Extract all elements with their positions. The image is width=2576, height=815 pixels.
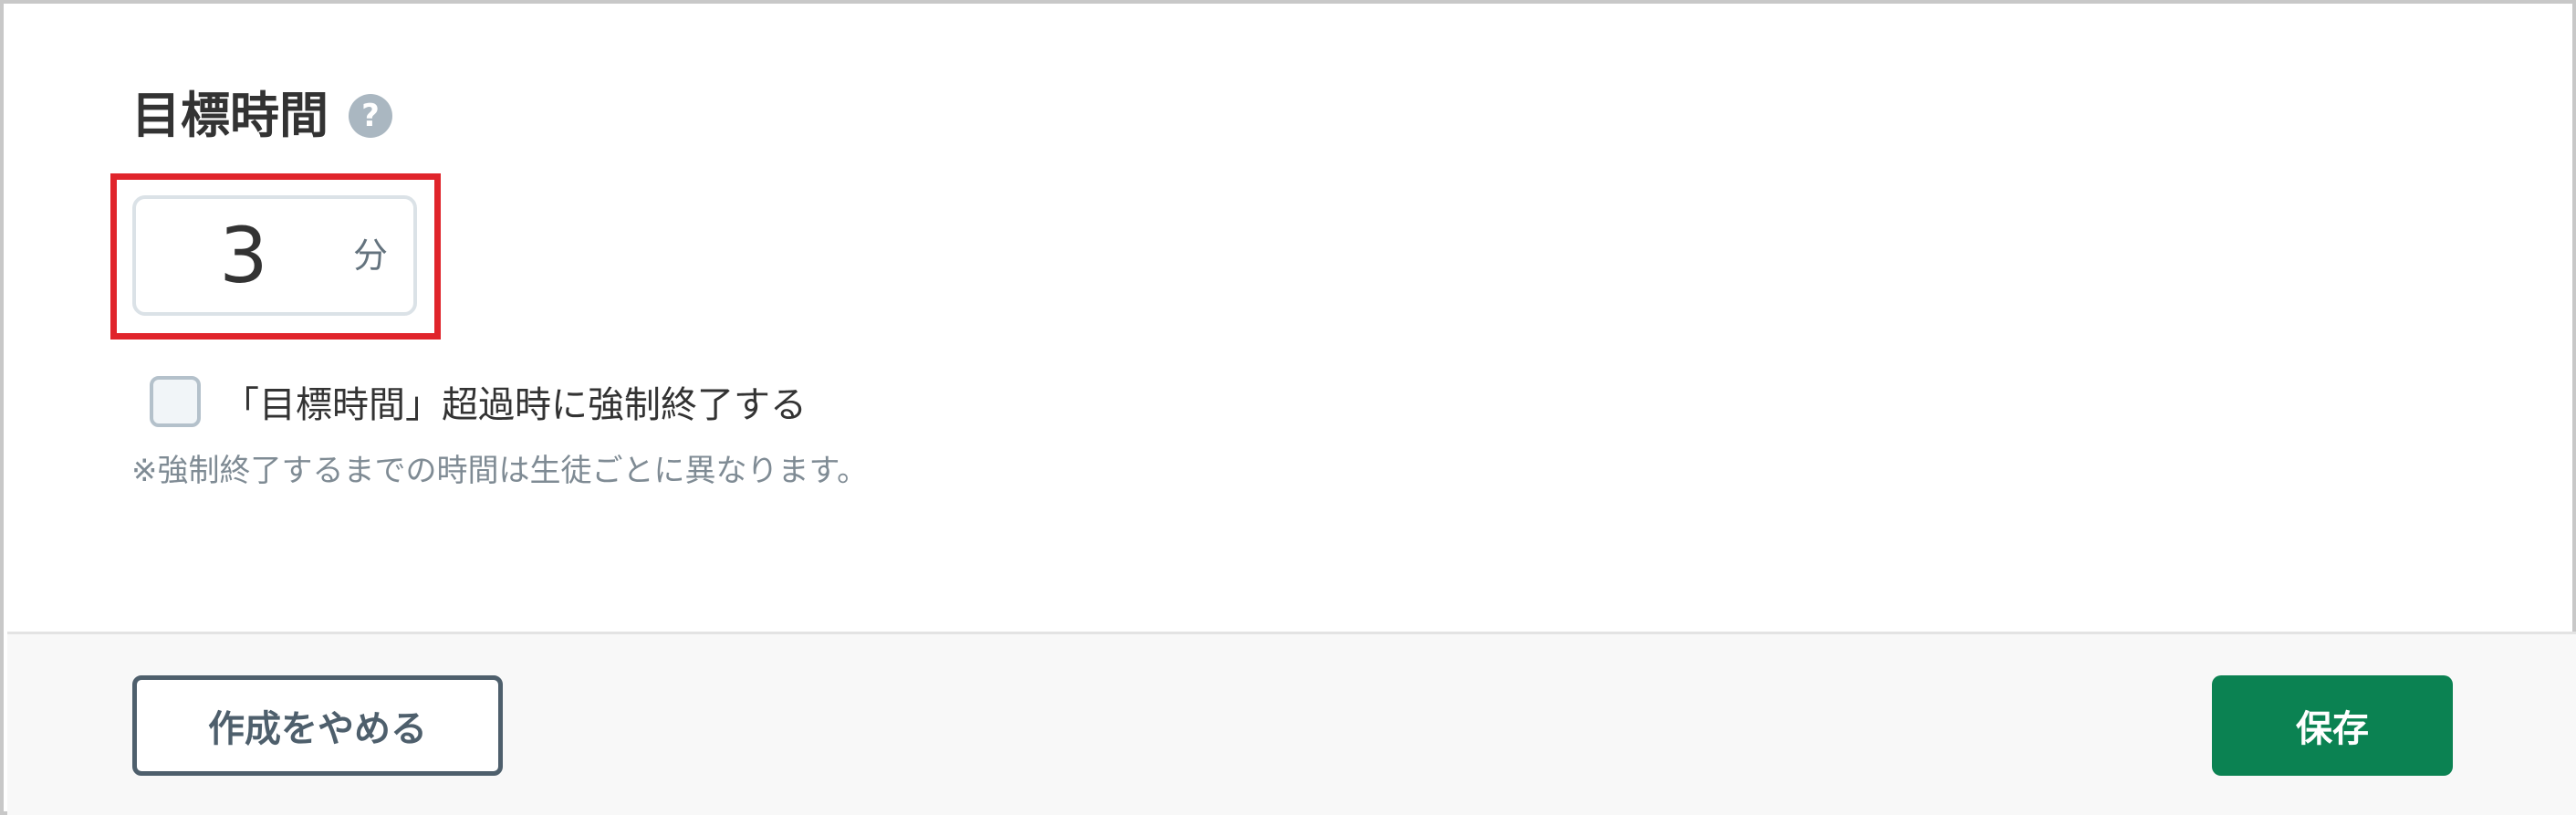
duration-value[interactable]: 3 bbox=[136, 217, 351, 294]
force-end-option[interactable]: 「目標時間」超過時に強制終了する bbox=[150, 376, 807, 427]
duration-field[interactable]: 3 分 bbox=[132, 195, 417, 316]
force-end-note: ※強制終了するまでの時間は生徒ごとに異なります。 bbox=[131, 453, 869, 489]
force-end-label[interactable]: 「目標時間」超過時に強制終了する bbox=[223, 375, 807, 428]
question-circle-icon[interactable]: ? bbox=[349, 94, 392, 138]
duration-unit: 分 bbox=[352, 235, 388, 276]
save-button[interactable]: 保存 bbox=[2212, 675, 2453, 776]
footer-bar: 作成をやめる 保存 bbox=[7, 632, 2576, 815]
section-title: 目標時間 bbox=[131, 87, 329, 144]
help-glyph: ? bbox=[361, 98, 380, 134]
title-row: 目標時間 ? bbox=[131, 84, 392, 148]
force-end-checkbox[interactable] bbox=[150, 376, 201, 427]
cancel-button[interactable]: 作成をやめる bbox=[132, 675, 503, 776]
settings-panel: 目標時間 ? 3 分 「目標時間」超過時に強制終了する ※強制終了するまでの時間… bbox=[0, 0, 2576, 815]
